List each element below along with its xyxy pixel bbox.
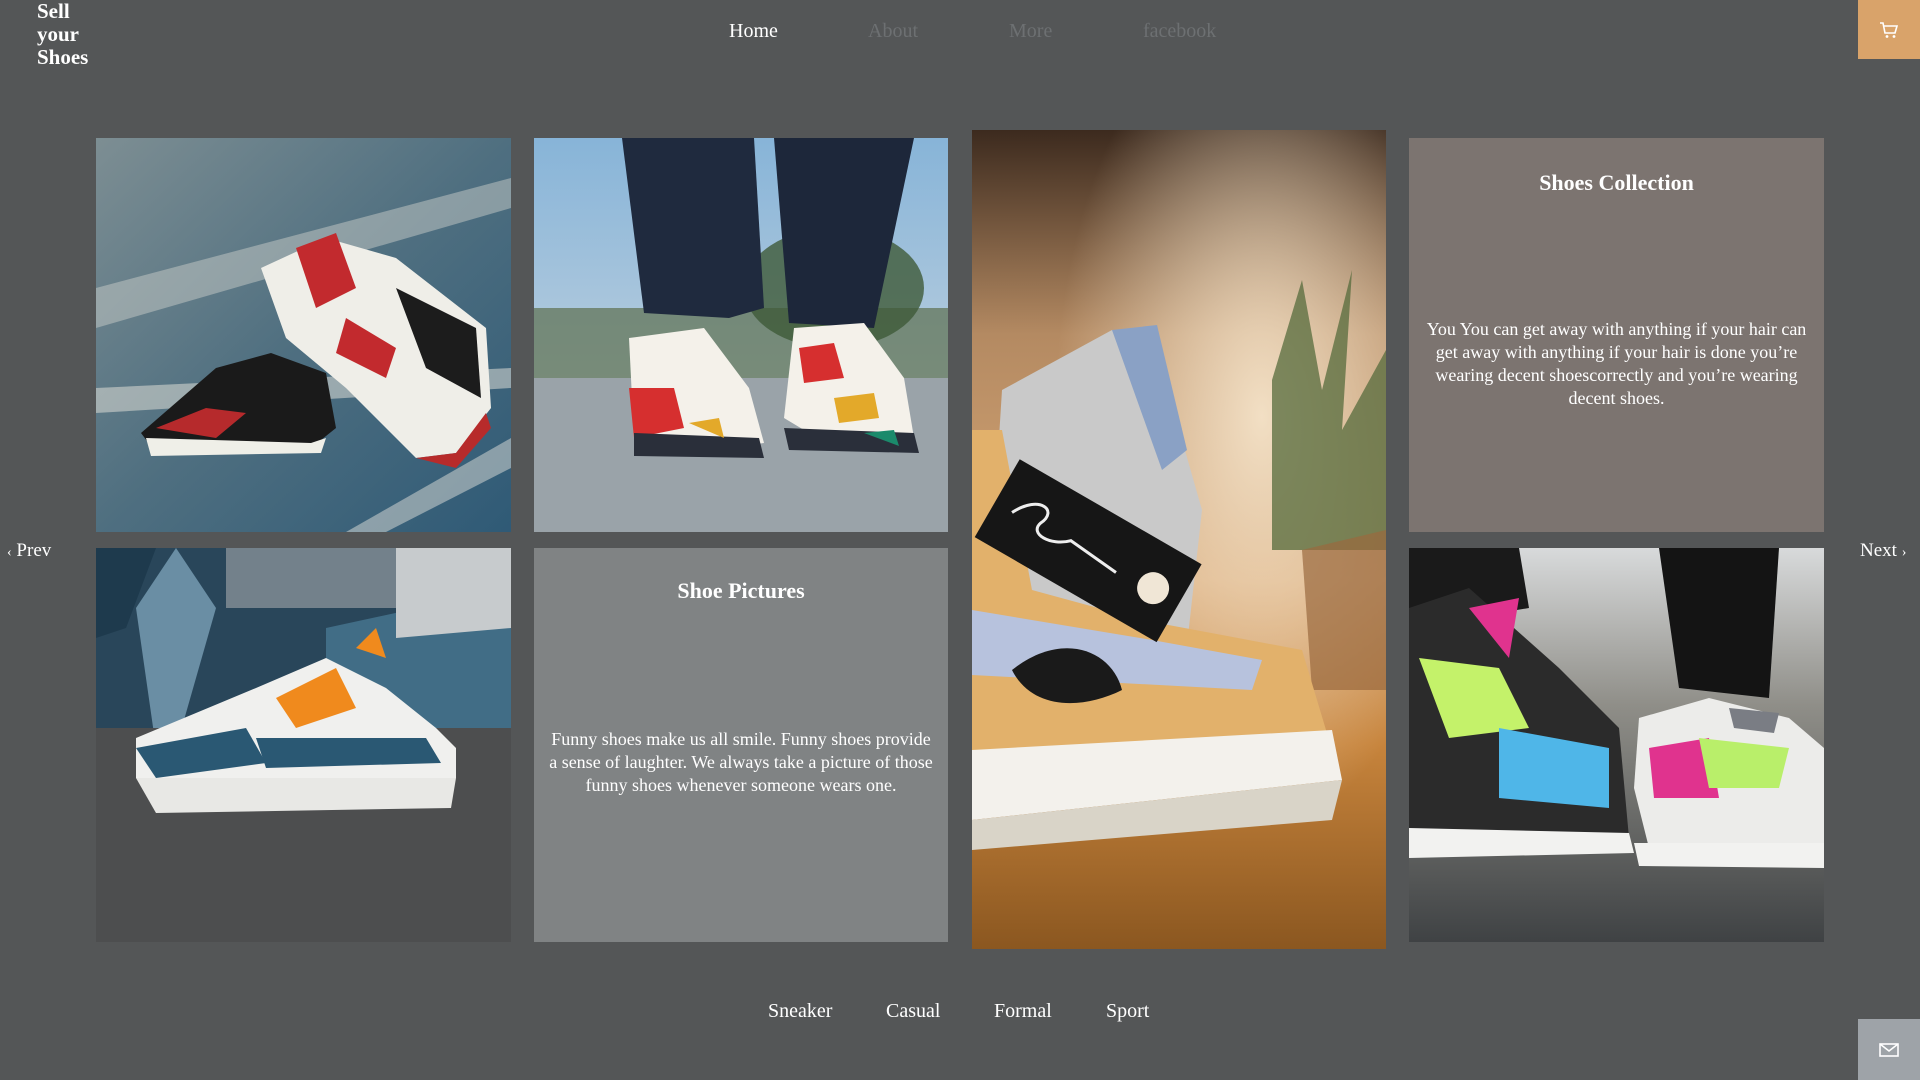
card-shoe-pictures-text: Funny shoes make us all smile. Funny sho… xyxy=(549,729,933,795)
card-shoes-collection: Shoes Collection You You can get away wi… xyxy=(1409,138,1824,532)
cart-icon xyxy=(1880,21,1899,38)
card-shoe-pictures: Shoe Pictures Funny shoes make us all sm… xyxy=(534,548,948,942)
nav-about[interactable]: About xyxy=(868,20,918,43)
photo-red-black-sneakers-image xyxy=(96,138,511,532)
top-nav: Home About More facebook xyxy=(0,20,1920,50)
next-button[interactable]: Next › xyxy=(1860,540,1906,562)
nav-home[interactable]: Home xyxy=(729,20,778,43)
category-formal[interactable]: Formal xyxy=(994,1000,1052,1023)
photo-colorful-sneakers-jeans-image xyxy=(534,138,948,532)
chevron-right-icon: › xyxy=(1901,545,1907,560)
mail-button[interactable] xyxy=(1858,1019,1920,1080)
photo-air-force-colorful[interactable] xyxy=(1409,548,1824,942)
photo-nike-shoes-baker[interactable] xyxy=(972,130,1386,949)
category-sneaker[interactable]: Sneaker xyxy=(768,1000,832,1023)
cart-button[interactable] xyxy=(1858,0,1920,59)
category-casual[interactable]: Casual xyxy=(886,1000,940,1023)
card-shoe-pictures-title: Shoe Pictures xyxy=(677,578,805,603)
nav-more[interactable]: More xyxy=(1009,20,1052,43)
photo-nike-shoes-baker-image xyxy=(972,130,1386,949)
photo-kswiss-sneaker[interactable] xyxy=(96,548,511,942)
photo-colorful-sneakers-jeans[interactable] xyxy=(534,138,948,532)
mail-icon xyxy=(1879,1042,1899,1057)
card-shoes-collection-text: You You can get away with anything if yo… xyxy=(1426,319,1807,408)
photo-kswiss-sneaker-image xyxy=(96,548,511,942)
chevron-left-icon: ‹ xyxy=(7,545,12,560)
category-sport[interactable]: Sport xyxy=(1106,1000,1149,1023)
card-shoes-collection-title: Shoes Collection xyxy=(1539,170,1694,195)
nav-facebook[interactable]: facebook xyxy=(1143,20,1216,43)
photo-red-black-sneakers[interactable] xyxy=(96,138,511,532)
next-label: Next xyxy=(1860,540,1897,561)
prev-button[interactable]: ‹ Prev xyxy=(7,540,51,562)
category-nav: Sneaker Casual Formal Sport xyxy=(0,1000,1920,1030)
photo-air-force-colorful-image xyxy=(1409,548,1824,942)
prev-label: Prev xyxy=(16,540,52,561)
